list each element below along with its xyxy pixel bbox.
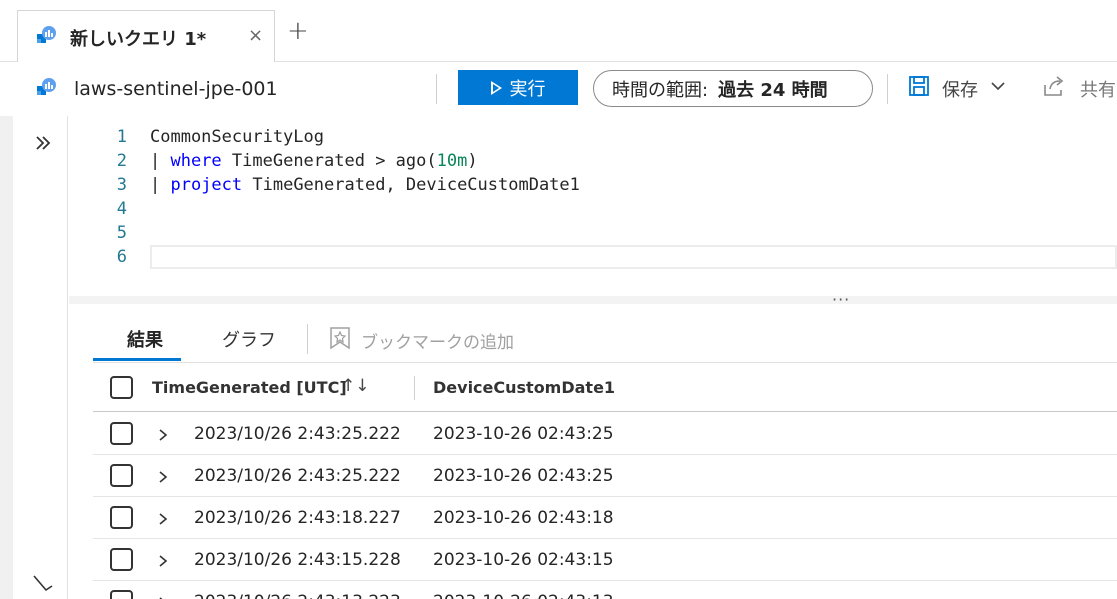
code-line[interactable]: 5 — [69, 221, 1117, 245]
chevron-down-icon — [990, 78, 1006, 99]
line-number: 5 — [116, 223, 127, 243]
chevron-right-icon[interactable] — [157, 510, 169, 531]
chevron-right-icon[interactable] — [157, 426, 169, 447]
code-token: CommonSecurityLog — [150, 127, 324, 147]
current-line-highlight — [150, 245, 1117, 269]
table-row[interactable]: 2023/10/26 2:43:18.227 2023-10-26 02:43:1… — [93, 497, 1117, 539]
row-checkbox[interactable] — [110, 506, 133, 529]
share-icon — [1042, 75, 1066, 102]
tab-divider — [307, 324, 308, 354]
cell-timegenerated: 2023/10/26 2:43:15.228 — [194, 550, 401, 570]
code-line[interactable]: 3 | project TimeGenerated, DeviceCustomDa… — [69, 173, 1117, 197]
code-line[interactable]: 2 | where TimeGenerated > ago(10m) — [69, 149, 1117, 173]
line-number: 4 — [116, 199, 127, 219]
column-header-timegenerated[interactable]: TimeGenerated [UTC] — [152, 378, 347, 397]
bookmark-label: ブックマークの追加 — [361, 333, 514, 353]
code-text: | where TimeGenerated > ago(10m) — [150, 149, 478, 173]
table-row[interactable]: 2023/10/26 2:43:15.228 2023-10-26 02:43:1… — [93, 539, 1117, 581]
expand-sidebar-icon[interactable] — [34, 133, 52, 158]
column-header-devicecustomdate1[interactable]: DeviceCustomDate1 — [433, 378, 615, 397]
query-toolbar: laws-sentinel-jpe-001 実行 時間の範囲: 過去 24 時間… — [0, 62, 1117, 116]
cell-timegenerated: 2023/10/26 2:43:18.227 — [194, 508, 401, 528]
tab-results[interactable]: 結果 — [127, 326, 163, 352]
cell-devicecustomdate1: 2023-10-26 02:43:15 — [433, 550, 614, 570]
cell-devicecustomdate1: 2023-10-26 02:43:13 — [433, 592, 614, 599]
table-row[interactable]: 2023/10/26 2:43:13.223 2023-10-26 02:43:1… — [93, 581, 1117, 599]
tab-bar: 新しいクエリ 1* × + — [0, 0, 1117, 63]
code-text: CommonSecurityLog — [150, 125, 324, 149]
cell-timegenerated: 2023/10/26 2:43:13.223 — [194, 592, 401, 599]
cell-devicecustomdate1: 2023-10-26 02:43:25 — [433, 424, 614, 444]
bookmark-icon — [329, 326, 351, 355]
row-checkbox[interactable] — [110, 422, 133, 445]
add-bookmark-button[interactable]: ブックマークの追加 — [329, 326, 514, 355]
share-label: 共有 — [1080, 79, 1116, 101]
sort-icon[interactable]: ↑↓ — [341, 376, 370, 396]
table-row[interactable]: 2023/10/26 2:43:25.222 2023-10-26 02:43:2… — [93, 413, 1117, 455]
cell-devicecustomdate1: 2023-10-26 02:43:25 — [433, 466, 614, 486]
cell-devicecustomdate1: 2023-10-26 02:43:18 — [433, 508, 614, 528]
table-row[interactable]: 2023/10/26 2:43:25.222 2023-10-26 02:43:2… — [93, 455, 1117, 497]
run-label: 実行 — [509, 78, 546, 99]
collapse-icon[interactable] — [32, 572, 54, 599]
code-token: ) — [467, 151, 478, 171]
keyword-token: where — [170, 151, 222, 171]
column-resizer[interactable] — [414, 376, 415, 400]
add-tab-icon[interactable]: + — [287, 18, 309, 44]
time-range-value: 過去 24 時間 — [718, 79, 828, 101]
time-range-label: 時間の範囲: — [612, 79, 709, 101]
save-icon — [908, 75, 930, 102]
chevron-right-icon[interactable] — [157, 594, 169, 599]
select-all-checkbox[interactable] — [110, 376, 133, 399]
workspace-icon — [34, 77, 58, 105]
play-icon — [490, 80, 502, 95]
close-icon[interactable]: × — [248, 25, 263, 46]
toolbar-divider — [887, 74, 888, 104]
line-number: 6 — [116, 247, 127, 267]
row-checkbox[interactable] — [110, 464, 133, 487]
code-token: TimeGenerated > ago( — [221, 151, 437, 171]
share-button[interactable]: 共有 — [1042, 75, 1116, 102]
cell-timegenerated: 2023/10/26 2:43:25.222 — [194, 424, 401, 444]
line-number: 2 — [116, 151, 127, 171]
query-tab[interactable]: 新しいクエリ 1* × — [17, 10, 275, 63]
tab-title: 新しいクエリ 1* — [70, 29, 207, 50]
code-text: | project TimeGenerated, DeviceCustomDat… — [150, 173, 580, 197]
rail-strip — [0, 116, 13, 599]
save-label: 保存 — [942, 79, 978, 101]
code-token: TimeGenerated, DeviceCustomDate1 — [242, 175, 580, 195]
tab-chart[interactable]: グラフ — [222, 326, 276, 352]
keyword-token: project — [170, 175, 243, 195]
chevron-right-icon[interactable] — [157, 552, 169, 573]
code-line[interactable]: 4 — [69, 197, 1117, 221]
splitter-handle[interactable]: ··· — [832, 290, 850, 309]
run-button[interactable]: 実行 — [458, 70, 578, 105]
code-token: | — [150, 175, 171, 195]
save-button[interactable]: 保存 — [908, 75, 1006, 102]
query-editor[interactable]: 1 CommonSecurityLog 2 | where TimeGenerated… — [69, 116, 1117, 296]
workspace-name[interactable]: laws-sentinel-jpe-001 — [74, 78, 278, 100]
toolbar-divider — [436, 74, 437, 104]
row-checkbox[interactable] — [110, 590, 133, 599]
chevron-right-icon[interactable] — [157, 468, 169, 489]
pane-splitter[interactable] — [69, 296, 1117, 304]
code-line[interactable]: 1 CommonSecurityLog — [69, 125, 1117, 149]
line-number: 3 — [116, 175, 127, 195]
cell-timegenerated: 2023/10/26 2:43:25.222 — [194, 466, 401, 486]
row-checkbox[interactable] — [110, 548, 133, 571]
code-token: | — [150, 151, 171, 171]
line-number: 1 — [116, 127, 127, 147]
log-analytics-icon — [34, 25, 58, 53]
table-header: TimeGenerated [UTC] ↑↓ DeviceCustomDate1 — [93, 363, 1117, 412]
number-token: 10m — [436, 151, 468, 171]
time-range-picker[interactable]: 時間の範囲: 過去 24 時間 — [593, 70, 873, 107]
active-tab-indicator — [93, 358, 181, 361]
